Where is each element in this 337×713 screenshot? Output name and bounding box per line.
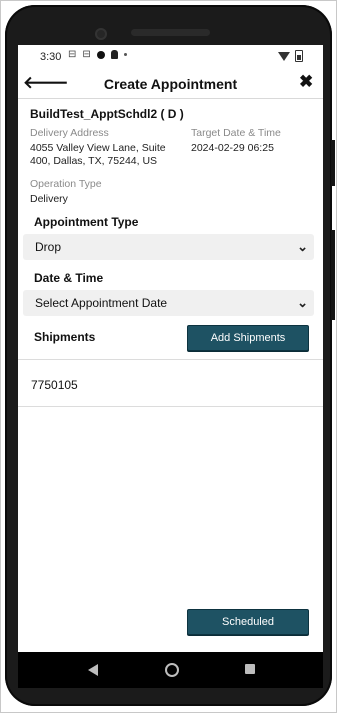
target-date-value: 2024-02-29 06:25 [191,142,274,154]
sim-icon: ⊟ [82,49,91,60]
system-nav-bar [18,652,323,688]
battery-icon [295,50,303,62]
delivery-address-label: Delivery Address [30,127,109,139]
front-camera [95,28,107,40]
sim-icon: ⊟ [68,49,77,60]
delivery-address-line1: 4055 Valley View Lane, Suite [30,142,166,154]
appointment-type-select[interactable]: Drop ⌄ [23,234,314,260]
scheduled-button[interactable]: Scheduled [187,609,309,635]
chevron-down-icon: ⌄ [297,295,308,310]
appointment-type-value: Drop [35,240,62,254]
add-shipments-button[interactable]: Add Shipments [187,325,309,351]
target-date-label: Target Date & Time [191,127,281,139]
status-time: 3:30 [40,51,62,63]
volume-button [331,230,335,320]
wifi-icon [278,51,290,61]
small-dot-icon [123,53,127,56]
shipment-item[interactable]: 7750105 [31,378,78,392]
divider [18,359,323,360]
nav-back-icon[interactable] [88,664,98,676]
record-dot-icon [96,50,105,59]
date-time-label: Date & Time [34,271,104,285]
status-right-icons [278,50,303,62]
chevron-down-icon: ⌄ [297,239,308,254]
earpiece-speaker [131,29,210,36]
app-screen: 3:30 ⊟ ⊟ 🡐 Create Appointment ✖ BuildTes… [18,45,323,688]
appointment-type-label: Appointment Type [34,215,139,229]
operation-type-label: Operation Type [30,178,102,190]
shipments-label: Shipments [34,330,96,344]
key-icon [110,50,118,59]
status-left-icons: ⊟ ⊟ [68,49,127,60]
date-time-select[interactable]: Select Appointment Date ⌄ [23,290,314,316]
delivery-address-line2: 400, Dallas, TX, 75244, US [30,155,158,167]
date-time-placeholder: Select Appointment Date [35,296,168,310]
nav-home-icon[interactable] [165,663,179,677]
nav-recent-apps-icon[interactable] [245,664,255,674]
status-bar: 3:30 ⊟ ⊟ [18,45,323,69]
operation-type-value: Delivery [30,193,68,205]
app-header: 🡐 Create Appointment ✖ [18,69,323,99]
page-title: Create Appointment [103,76,238,92]
power-button [331,140,335,186]
divider [18,406,323,407]
record-title: BuildTest_ApptSchdl2 ( D ) [30,107,184,121]
close-icon[interactable]: ✖ [299,73,315,91]
